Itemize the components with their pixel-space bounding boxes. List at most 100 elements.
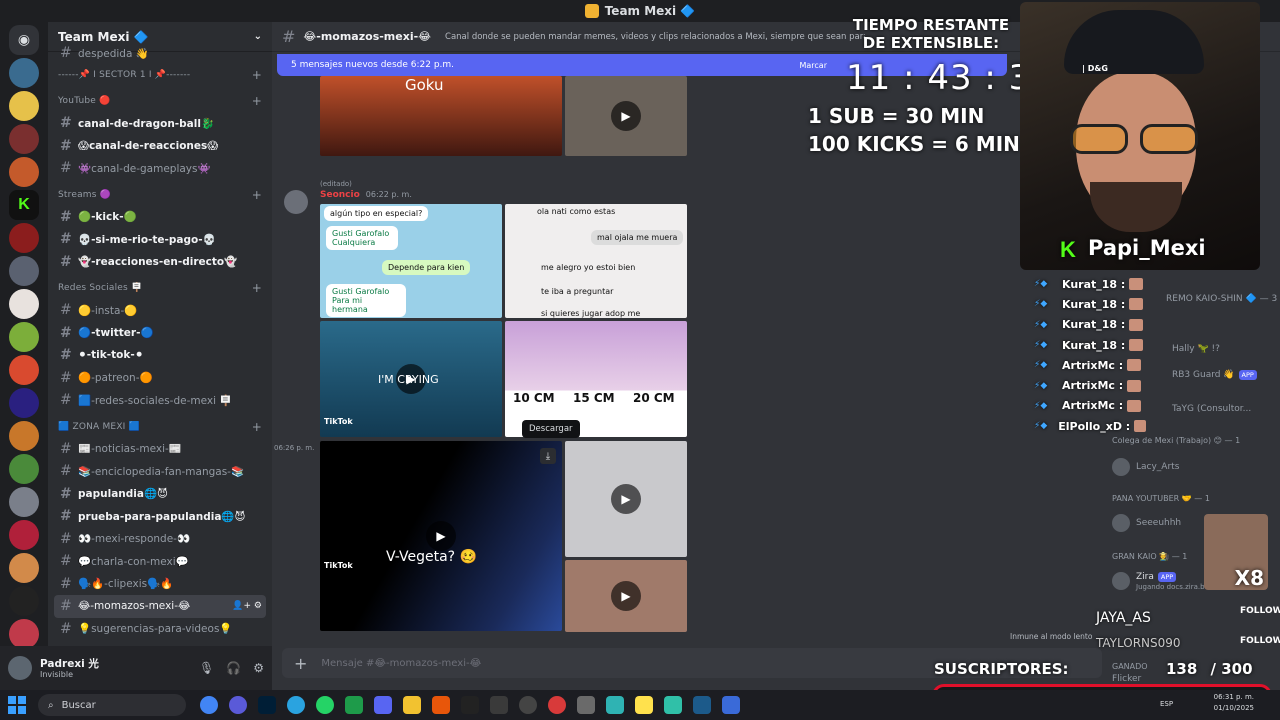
channel-settings-icon[interactable]: 👤+ ⚙ <box>232 601 266 611</box>
app-icon[interactable] <box>577 696 595 714</box>
channel-redes-mexi[interactable]: # 🟦-redes-sociales-de-mexi 🪧 <box>54 389 266 412</box>
member-row[interactable]: Hally 🦖 !? <box>1172 344 1220 354</box>
avatar[interactable] <box>8 656 32 680</box>
channel-prueba[interactable]: # prueba-para-papulandia🌐😈 <box>54 505 266 528</box>
server-icon-2[interactable] <box>9 91 39 121</box>
channel-insta[interactable]: # 🟡-insta-🟡 <box>54 299 266 322</box>
browser-icon[interactable] <box>229 696 247 714</box>
discord-home-icon[interactable]: ◉ <box>9 25 39 55</box>
channel-si-me-rio[interactable]: # 💀-si-me-rio-te-pago-💀 <box>54 228 266 251</box>
channel-papulandia[interactable]: # papulandia🌐😈 <box>54 483 266 506</box>
goku-image[interactable]: Goku <box>320 76 562 156</box>
windows-start-icon[interactable] <box>8 696 26 714</box>
channel-kick[interactable]: # 🟢-kick-🟢 <box>54 206 266 229</box>
app-icon[interactable] <box>693 696 711 714</box>
server-icon-9[interactable] <box>9 322 39 352</box>
app-icon[interactable] <box>635 696 653 714</box>
channel-clipexis[interactable]: # 🗣️🔥-clipexis🗣️🔥 <box>54 573 266 596</box>
category-streams[interactable]: Streams 🟣 + <box>54 184 266 206</box>
play-icon[interactable]: ▶ <box>426 521 456 551</box>
photoshop-icon[interactable] <box>258 696 276 714</box>
keyboard-language[interactable]: ESP <box>1160 700 1173 708</box>
vegeta-video[interactable]: ▶ V-Vegeta? 🥴 TikTok <box>320 441 562 631</box>
video-thumb-2[interactable]: ▶ <box>565 441 687 557</box>
app-icon[interactable] <box>490 696 508 714</box>
server-icon-11[interactable] <box>9 388 39 418</box>
video-thumb-1[interactable]: ▶ <box>565 76 687 156</box>
video-thumb-3[interactable]: ▶ <box>565 560 687 632</box>
server-icon-4[interactable] <box>9 157 39 187</box>
discord-icon[interactable] <box>374 696 392 714</box>
server-icon-7[interactable] <box>9 256 39 286</box>
member-row[interactable]: Lacy_Arts <box>1112 458 1179 476</box>
add-channel-icon[interactable]: + <box>252 281 266 295</box>
avatar[interactable] <box>284 190 308 214</box>
telegram-icon[interactable] <box>287 696 305 714</box>
channel-despedida[interactable]: # despedida 👋 <box>54 45 266 61</box>
message-input[interactable]: Mensaje #😂-momazos-mexi-😂 <box>321 658 481 669</box>
server-icon-18[interactable] <box>9 619 39 649</box>
message-author[interactable]: Seoncio 06:22 p. m. <box>320 190 412 200</box>
member-row[interactable]: REMO KAIO-SHIN 🔷 — 3 <box>1166 294 1277 304</box>
channel-enciclopedia[interactable]: # 📚-enciclopedia-fan-mangas-📚 <box>54 460 266 483</box>
folder-icon[interactable] <box>403 696 421 714</box>
microphone-icon[interactable]: 🎙 <box>199 661 214 675</box>
play-icon[interactable]: ▶ <box>611 484 641 514</box>
category-youtube[interactable]: YouTube 🔴 + <box>54 90 266 112</box>
channel-topic[interactable]: Canal donde se pueden mandar memes, vide… <box>445 32 865 42</box>
channel-patreon[interactable]: # 🟠-patreon-🟠 <box>54 367 266 390</box>
mark-read-button[interactable]: Marcar <box>799 61 827 70</box>
download-icon[interactable]: ⤓ <box>540 448 556 464</box>
member-row[interactable]: TaYG (Consultor... <box>1172 404 1251 414</box>
server-icon-12[interactable] <box>9 421 39 451</box>
channel-responde[interactable]: # 👀-mexi-responde-👀 <box>54 528 266 551</box>
server-icon-16[interactable] <box>9 553 39 583</box>
server-icon-6[interactable] <box>9 223 39 253</box>
category-zona[interactable]: 🟦 ZONA MEXI 🟦 + <box>54 416 266 438</box>
member-row[interactable]: Zira APP Jugando docs.zira.bot <box>1112 572 1212 592</box>
server-icon-13[interactable] <box>9 454 39 484</box>
server-icon-17[interactable] <box>9 586 39 616</box>
channel-twitter[interactable]: # 🔵-twitter-🔵 <box>54 322 266 345</box>
channel-reacciones-directo[interactable]: # 👻-reacciones-en-directo👻 <box>54 251 266 274</box>
member-row[interactable]: Seeeuhhh <box>1112 514 1181 532</box>
server-icon-15[interactable] <box>9 520 39 550</box>
channel-reacciones[interactable]: # 😱canal-de-reacciones😱 <box>54 135 266 158</box>
app-icon[interactable] <box>432 696 450 714</box>
app-icon[interactable] <box>461 696 479 714</box>
channel-gameplays[interactable]: # 👾canal-de-gameplays👾 <box>54 157 266 180</box>
server-icon-14[interactable] <box>9 487 39 517</box>
server-icon-10[interactable] <box>9 355 39 385</box>
shark-video[interactable]: ▶ I'M CRYING TikTok <box>320 321 502 437</box>
channel-momazos[interactable]: # 😂-momazos-mexi-😂 👤+ ⚙ <box>54 595 266 618</box>
kick-server-icon[interactable]: K <box>9 190 39 220</box>
member-row[interactable]: Flicker <box>1112 674 1141 684</box>
server-icon-1[interactable] <box>9 58 39 88</box>
app-icon[interactable] <box>664 696 682 714</box>
server-icon-3[interactable] <box>9 124 39 154</box>
channel-noticias[interactable]: # 📰-noticias-mexi-📰 <box>54 438 266 461</box>
play-icon[interactable]: ▶ <box>611 101 641 131</box>
taskbar-search[interactable]: ⌕ Buscar <box>38 694 186 716</box>
headphones-icon[interactable]: 🎧 <box>226 661 241 675</box>
app-icon[interactable] <box>548 696 566 714</box>
member-row[interactable]: RB3 Guard 👋 APP <box>1172 370 1257 380</box>
add-channel-icon[interactable]: + <box>252 188 266 202</box>
add-attachment-icon[interactable]: + <box>294 654 307 673</box>
app-icon[interactable] <box>722 696 740 714</box>
app-icon[interactable] <box>606 696 624 714</box>
add-channel-icon[interactable]: + <box>252 420 266 434</box>
channel-charla[interactable]: # 💬charla-con-mexi💬 <box>54 550 266 573</box>
category-redes[interactable]: Redes Sociales 🪧 + <box>54 277 266 299</box>
channel-sugerencias[interactable]: # 💡sugerencias-para-videos💡 <box>54 618 266 641</box>
add-channel-icon[interactable]: + <box>252 68 266 82</box>
chat-screenshot-2[interactable]: ola nati como estas mal ojala me muera m… <box>505 204 687 318</box>
server-icon-8[interactable] <box>9 289 39 319</box>
channel-tiktok[interactable]: # ⚫-tik-tok-⚫ <box>54 344 266 367</box>
app-icon[interactable] <box>345 696 363 714</box>
chrome-icon[interactable] <box>200 696 218 714</box>
whatsapp-icon[interactable] <box>316 696 334 714</box>
play-icon[interactable]: ▶ <box>611 581 641 611</box>
category-sector[interactable]: ------📌 I SECTOR 1 I 📌------- + <box>54 64 266 86</box>
gear-icon[interactable]: ⚙ <box>253 661 264 675</box>
